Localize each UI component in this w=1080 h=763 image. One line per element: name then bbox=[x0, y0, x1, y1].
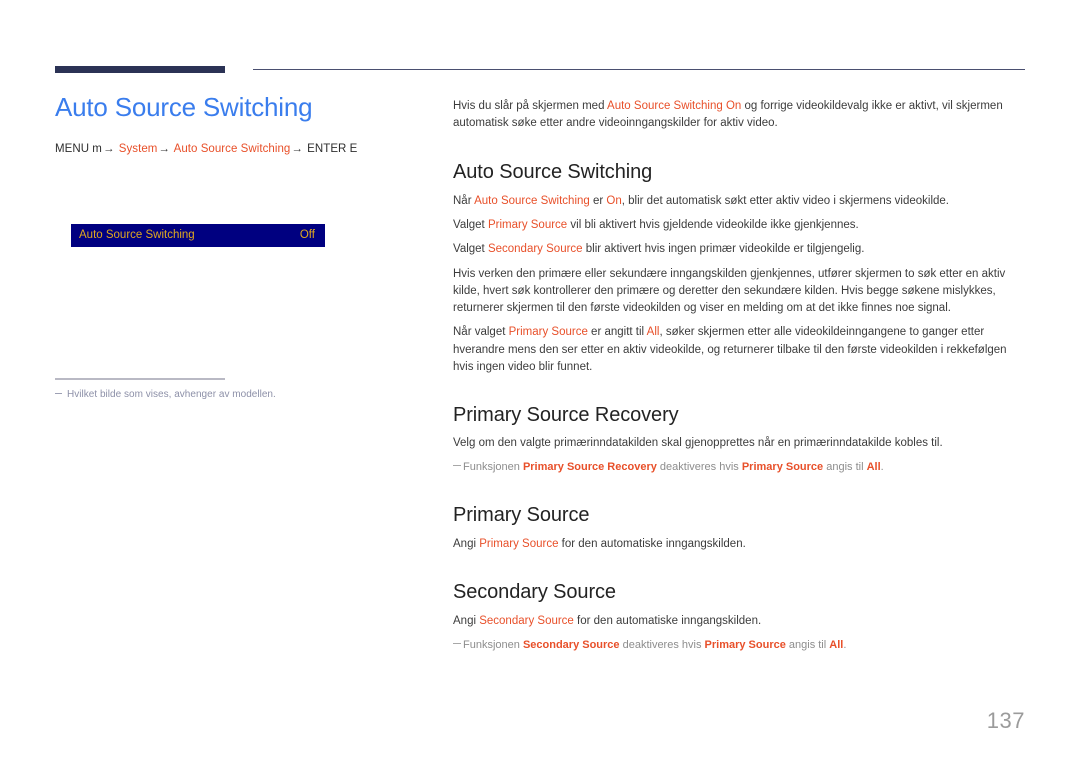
s2n-accent-2: Primary Source bbox=[741, 461, 824, 474]
header-rule-thick bbox=[55, 66, 225, 73]
s1p1-part-3: , blir det automatisk søkt etter aktiv v… bbox=[621, 194, 950, 207]
menu-path-step-system: System bbox=[118, 142, 158, 155]
s4p-part-1: Angi bbox=[453, 615, 480, 628]
menu-path-prefix: MENU m bbox=[55, 142, 102, 155]
left-footnote-text: Hvilket bilde som vises, avhenger av mod… bbox=[67, 389, 276, 400]
s1p2-accent-1: Primary Source bbox=[487, 219, 568, 232]
s1p5-accent-1: Primary Source bbox=[508, 326, 588, 339]
osd-row-label: Auto Source Switching bbox=[79, 228, 195, 241]
menu-path: MENU m→ System→ Auto Source Switching→ E… bbox=[55, 143, 425, 155]
section-1-paragraph-5: Når valget Primary Source er angitt til … bbox=[453, 324, 1026, 376]
s1p1-part-1: Når bbox=[453, 194, 475, 207]
section-4-note: Funksjonen Secondary Source deaktiveres … bbox=[453, 637, 1026, 654]
page-number: 137 bbox=[986, 708, 1025, 733]
s1p2-part-2: vil bli aktivert hvis gjeldende videokil… bbox=[567, 219, 859, 232]
left-note-divider bbox=[55, 378, 225, 380]
s2n-part-3: angis til bbox=[823, 461, 867, 474]
section-title-primary-source-recovery: Primary Source Recovery bbox=[453, 404, 679, 427]
s1p1-accent-1: Auto Source Switching bbox=[474, 194, 590, 207]
s4n-part-3: angis til bbox=[785, 639, 830, 652]
menu-path-arrow-2: → bbox=[158, 142, 170, 155]
section-title-primary-source: Primary Source bbox=[453, 503, 590, 526]
section-2-paragraph: Velg om den valgte primærinndatakilden s… bbox=[453, 437, 943, 450]
intro-accent-1: Auto Source Switching On bbox=[607, 100, 742, 112]
s4n-accent-1: Secondary Source bbox=[522, 639, 620, 652]
s4n-part-1: Funksjonen bbox=[463, 639, 523, 652]
s3p-accent-1: Primary Source bbox=[479, 537, 559, 550]
s4p-accent-1: Secondary Source bbox=[479, 615, 574, 628]
section-1-paragraph-4: Hvis verken den primære eller sekundære … bbox=[453, 267, 1006, 315]
s2n-part-1: Funksjonen bbox=[463, 461, 523, 474]
s1p3-part-2: blir aktivert hvis ingen primær videokil… bbox=[582, 243, 865, 256]
right-column: Hvis du slår på skjermen med Auto Source… bbox=[453, 98, 1026, 654]
dash-icon bbox=[453, 465, 461, 467]
s1p1-accent-2: On bbox=[606, 194, 622, 207]
menu-path-step-auto-source-switching: Auto Source Switching bbox=[173, 142, 291, 155]
dash-icon bbox=[453, 643, 461, 645]
osd-row-value: Off bbox=[299, 228, 315, 241]
s4n-part-4: . bbox=[843, 639, 847, 652]
s4n-accent-3: All bbox=[829, 639, 844, 652]
s1p5-part-2: er angitt til bbox=[587, 326, 647, 339]
s2n-part-2: deaktiveres hvis bbox=[656, 461, 742, 474]
manual-page: { "colors": { "accent_orange": "#e8502a"… bbox=[0, 0, 1080, 763]
left-column: Auto Source Switching MENU m→ System→ Au… bbox=[55, 92, 425, 155]
s4n-part-2: deaktiveres hvis bbox=[619, 639, 705, 652]
s1p2-part-1: Valget bbox=[453, 219, 488, 232]
header-rule-thin bbox=[253, 69, 1025, 70]
section-1-paragraph-2: Valget Primary Source vil bli aktivert h… bbox=[453, 217, 1026, 234]
s4n-accent-2: Primary Source bbox=[704, 639, 786, 652]
section-1-paragraph-3: Valget Secondary Source blir aktivert hv… bbox=[453, 241, 1026, 258]
s1p3-accent-1: Secondary Source bbox=[487, 243, 583, 256]
menu-path-arrow-1: → bbox=[102, 142, 115, 155]
s1p3-part-1: Valget bbox=[453, 243, 488, 256]
section-2-note: Funksjonen Primary Source Recovery deakt… bbox=[453, 459, 1026, 476]
section-3-paragraph: Angi Primary Source for den automatiske … bbox=[453, 536, 1026, 553]
left-footnote: Hvilket bilde som vises, avhenger av mod… bbox=[55, 389, 395, 400]
section-title-secondary-source: Secondary Source bbox=[453, 581, 616, 604]
s4p-part-2: for den automatiske inngangskilden. bbox=[573, 615, 762, 628]
osd-menu-row-auto-source-switching[interactable]: Auto Source Switching Off bbox=[71, 224, 325, 247]
section-1-paragraph-1: Når Auto Source Switching er On, blir de… bbox=[453, 193, 1026, 210]
section-4-paragraph: Angi Secondary Source for den automatisk… bbox=[453, 613, 1026, 630]
s1p5-accent-2: All bbox=[646, 326, 660, 339]
s3p-part-2: for den automatiske inngangskilden. bbox=[558, 537, 746, 550]
menu-path-arrow-3: → bbox=[291, 142, 303, 155]
s1p5-part-1: Når valget bbox=[453, 326, 509, 339]
s3p-part-1: Angi bbox=[453, 537, 480, 550]
s2n-accent-1: Primary Source Recovery bbox=[522, 461, 657, 474]
intro-part-1: Hvis du slår på skjermen med bbox=[453, 100, 608, 112]
dash-icon bbox=[55, 393, 62, 394]
s2n-accent-3: All bbox=[866, 461, 881, 474]
page-title: Auto Source Switching bbox=[55, 92, 313, 122]
section-title-auto-source-switching: Auto Source Switching bbox=[453, 160, 653, 183]
s2n-part-4: . bbox=[880, 461, 884, 474]
menu-path-suffix: ENTER E bbox=[307, 142, 358, 155]
intro-paragraph: Hvis du slår på skjermen med Auto Source… bbox=[453, 98, 1026, 133]
s1p1-part-2: er bbox=[589, 194, 607, 207]
